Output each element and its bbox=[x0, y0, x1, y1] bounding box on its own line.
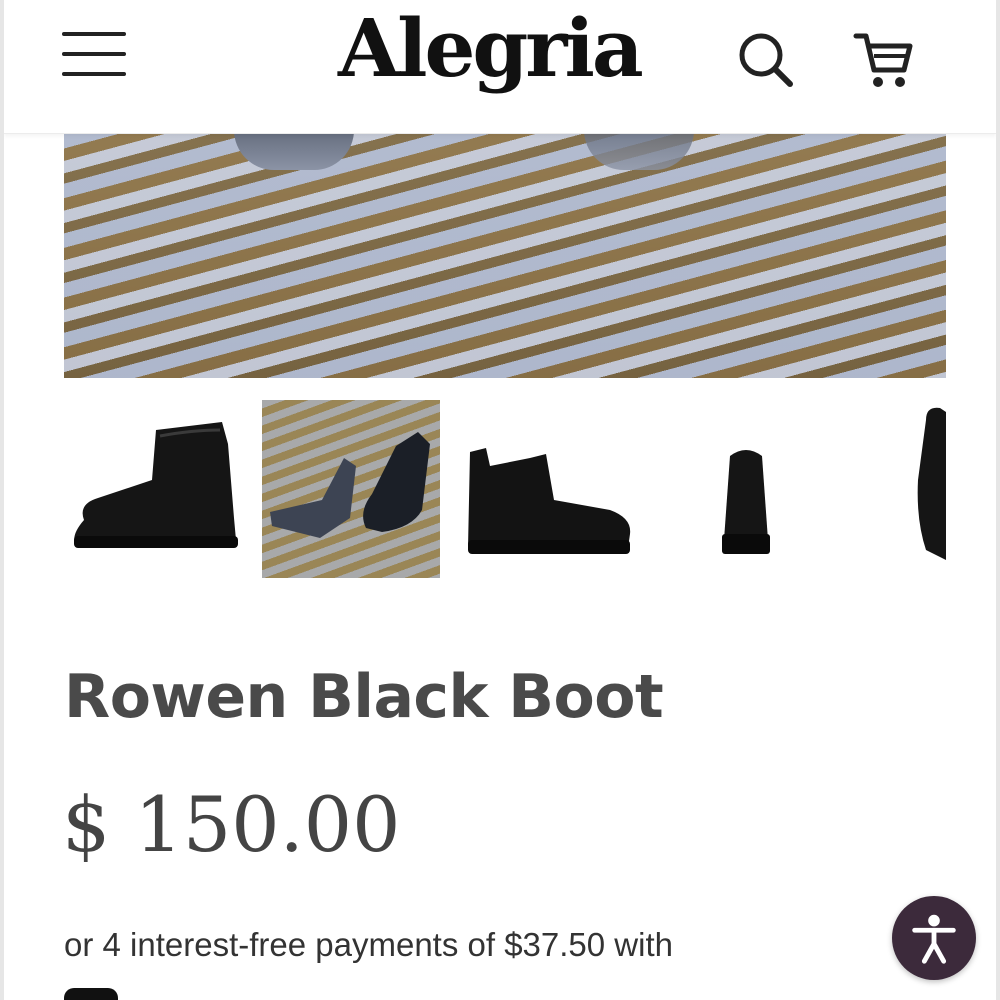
accessibility-icon[interactable] bbox=[892, 896, 976, 980]
product-price: $ 150.00 bbox=[62, 780, 401, 869]
hero-boot-right bbox=[584, 134, 694, 170]
product-page: Alegria Rowen Black Boot $ 150.00 or 4 i… bbox=[0, 0, 1000, 1000]
thumbnail-boot-back[interactable] bbox=[658, 400, 836, 578]
hero-image[interactable] bbox=[64, 134, 946, 378]
thumbnail-boots-in-water[interactable] bbox=[262, 400, 440, 578]
thumbnail-boot-side-2[interactable] bbox=[460, 400, 638, 578]
cart-icon[interactable] bbox=[850, 26, 916, 92]
thumbnail-boot-side[interactable] bbox=[64, 400, 242, 578]
menu-icon[interactable] bbox=[62, 28, 128, 80]
site-header: Alegria bbox=[4, 0, 996, 134]
thumbnail-strip bbox=[64, 400, 946, 580]
logo-text: Alegria bbox=[338, 1, 644, 95]
thumbnail-boot-partial[interactable] bbox=[856, 400, 946, 578]
hero-boot-left bbox=[234, 134, 354, 170]
brand-logo[interactable]: Alegria bbox=[338, 0, 644, 96]
search-icon[interactable] bbox=[734, 28, 796, 90]
product-title: Rowen Black Boot bbox=[64, 662, 664, 732]
afterpay-logo[interactable] bbox=[64, 988, 118, 1000]
installments-text: or 4 interest-free payments of $37.50 wi… bbox=[64, 926, 673, 963]
